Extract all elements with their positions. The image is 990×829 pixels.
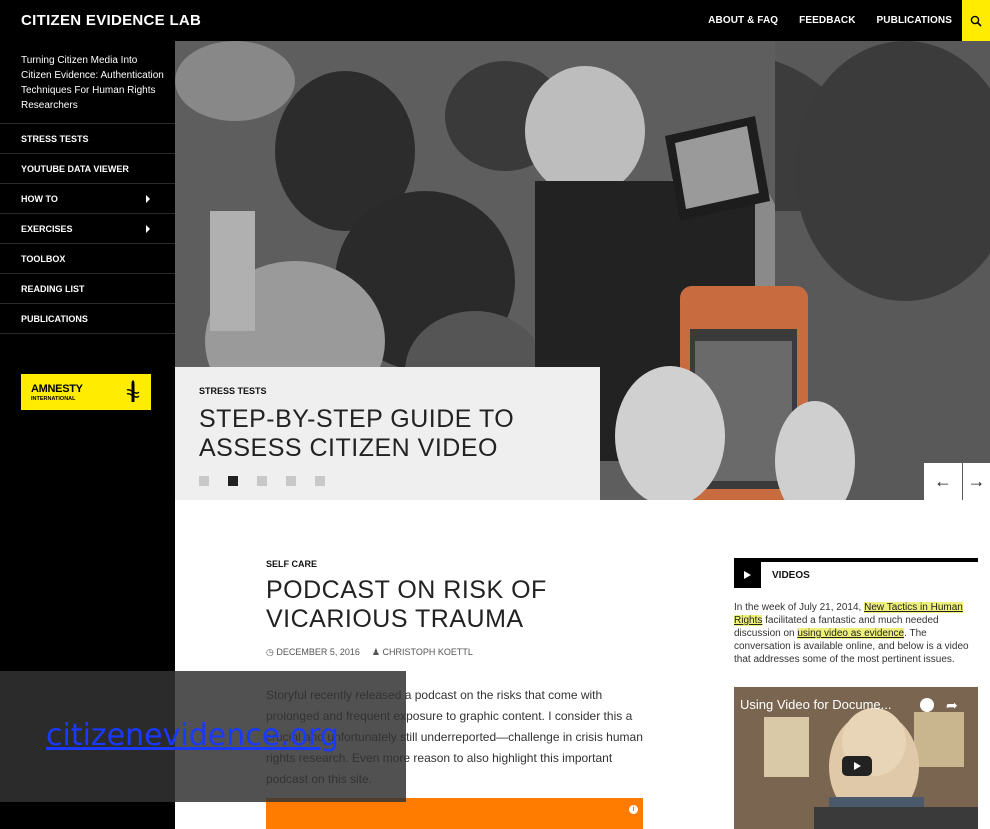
nav-publications[interactable]: PUBLICATIONS: [877, 15, 952, 26]
sidebar-item-exercises[interactable]: EXERCISES: [0, 214, 175, 244]
podcast-embed[interactable]: i: [266, 798, 643, 829]
site-title[interactable]: CITIZEN EVIDENCE LAB: [21, 12, 201, 29]
slider-dot[interactable]: [286, 476, 296, 486]
slider-prev-button[interactable]: ←: [924, 463, 962, 500]
featured-title[interactable]: STEP-BY-STEP GUIDE TO ASSESS CITIZEN VID…: [199, 405, 579, 463]
post-date[interactable]: ◷ DECEMBER 5, 2016: [266, 647, 360, 658]
sidebar-item-stress-tests[interactable]: STRESS TESTS: [0, 124, 175, 154]
share-icon[interactable]: ➦: [946, 697, 958, 714]
watch-later-icon[interactable]: [920, 698, 934, 712]
logo-text-line1: AMNESTY: [31, 383, 83, 395]
user-icon: ♟: [371, 647, 383, 657]
sidebar-item-label: PUBLICATIONS: [21, 313, 88, 324]
sidebar-item-label: STRESS TESTS: [21, 133, 89, 144]
nav-about-faq[interactable]: ABOUT & FAQ: [708, 15, 778, 26]
post-date-text: DECEMBER 5, 2016: [276, 647, 360, 657]
featured-slide-caption: STRESS TESTS STEP-BY-STEP GUIDE TO ASSES…: [175, 367, 600, 500]
sidebar-item-label: READING LIST: [21, 283, 85, 294]
widget-text-part: In the week of July 21, 2014,: [734, 602, 865, 613]
post-title[interactable]: PODCAST ON RISK OF VICARIOUS TRAUMA: [266, 576, 586, 634]
slider-arrows: ← →: [924, 463, 990, 500]
logo-text-line2: INTERNATIONAL: [31, 396, 76, 402]
sidebar-item-publications[interactable]: PUBLICATIONS: [0, 304, 175, 334]
site-tagline: Turning Citizen Media Into Citizen Evide…: [21, 55, 164, 111]
caret-right-icon: [146, 195, 150, 203]
sidebar-item-label: HOW TO: [21, 193, 58, 204]
sidebar-item-label: EXERCISES: [21, 223, 73, 234]
slider-pagination: [199, 476, 325, 486]
info-icon[interactable]: i: [629, 805, 638, 814]
video-evidence-link[interactable]: using video as evidence: [797, 628, 905, 639]
slider-dot[interactable]: [315, 476, 325, 486]
slider-dot-active[interactable]: [228, 476, 238, 486]
sidebar-item-toolbox[interactable]: TOOLBOX: [0, 244, 175, 274]
site-url-link[interactable]: citizenevidence.org: [46, 718, 339, 753]
slider-dot[interactable]: [199, 476, 209, 486]
search-icon: [970, 15, 982, 27]
post-author-text: CHRISTOPH KOETTL: [382, 647, 473, 657]
post-category[interactable]: SELF CARE: [266, 559, 317, 569]
top-nav: ABOUT & FAQ FEEDBACK PUBLICATIONS: [708, 0, 952, 41]
amnesty-logo[interactable]: AMNESTY INTERNATIONAL: [21, 374, 151, 410]
sidebar-item-reading-list[interactable]: READING LIST: [0, 274, 175, 304]
sidebar-item-how-to[interactable]: HOW TO: [0, 184, 175, 214]
video-widget-icon: [734, 562, 761, 588]
sidebar-item-label: TOOLBOX: [21, 253, 66, 264]
slider-next-button[interactable]: →: [963, 463, 990, 500]
nav-feedback[interactable]: FEEDBACK: [799, 15, 855, 26]
sidebar-menu: STRESS TESTS YOUTUBE DATA VIEWER HOW TO …: [0, 123, 175, 334]
slider-dot[interactable]: [257, 476, 267, 486]
sidebar-item-label: YOUTUBE DATA VIEWER: [21, 163, 129, 174]
widget-title: VIDEOS: [772, 569, 810, 581]
widget-header: VIDEOS: [734, 562, 978, 588]
candle-icon: [126, 380, 140, 402]
search-button[interactable]: [962, 0, 990, 41]
widget-text: In the week of July 21, 2014, New Tactic…: [734, 601, 979, 666]
youtube-play-button[interactable]: [842, 756, 872, 776]
sidebar-item-youtube-data-viewer[interactable]: YOUTUBE DATA VIEWER: [0, 154, 175, 184]
top-bar: CITIZEN EVIDENCE LAB ABOUT & FAQ FEEDBAC…: [0, 0, 990, 41]
caret-right-icon: [146, 225, 150, 233]
post-author[interactable]: ♟ CHRISTOPH KOETTL: [372, 647, 473, 658]
post-meta: ◷ DECEMBER 5, 2016 ♟ CHRISTOPH KOETTL: [266, 647, 473, 658]
clock-icon: ◷: [266, 647, 277, 657]
video-title[interactable]: Using Video for Docume...: [740, 697, 892, 712]
url-overlay: citizenevidence.org: [0, 671, 406, 802]
youtube-embed[interactable]: Using Video for Docume... ➦: [734, 687, 978, 829]
featured-category[interactable]: STRESS TESTS: [199, 386, 267, 396]
